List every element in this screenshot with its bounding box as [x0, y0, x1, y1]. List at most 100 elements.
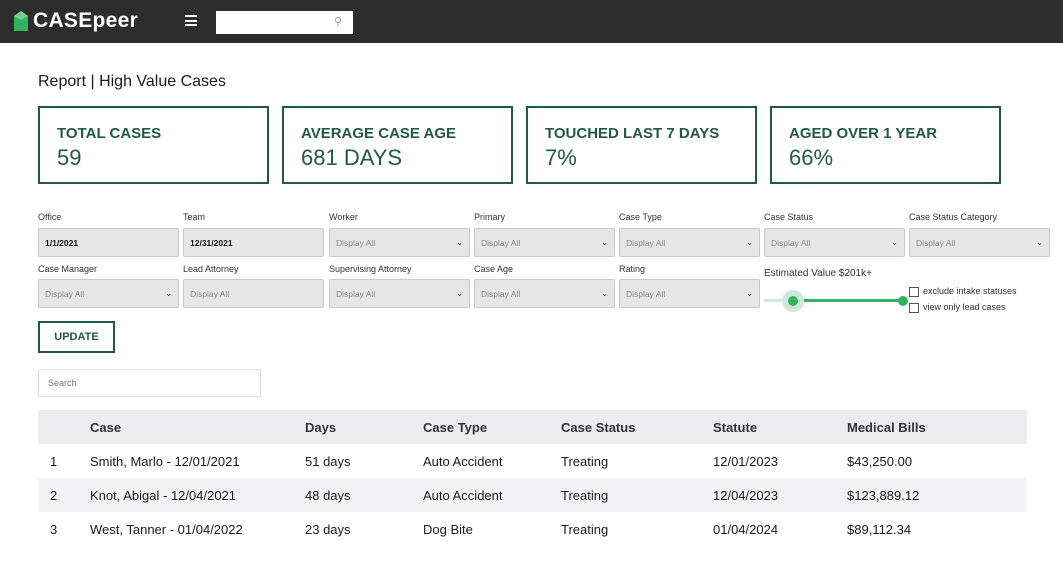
- stat-card-aged-over-1-year: AGED OVER 1 YEAR 66%: [770, 106, 1001, 184]
- primary-select[interactable]: Display All ⌄: [474, 228, 615, 257]
- statute-cell: 12/01/2023: [713, 453, 779, 469]
- chevron-down-icon: ⌄: [601, 238, 608, 247]
- stat-card-average-case-age: AVERAGE CASE AGE 681 DAYS: [282, 106, 513, 184]
- casepeer-logo-icon: [14, 11, 28, 31]
- statute-cell: 12/04/2023: [713, 478, 847, 512]
- table-header-row: Case Days Case Type Case Status Statute …: [38, 410, 1027, 444]
- lead-attorney-field[interactable]: Display All: [183, 279, 324, 308]
- stat-label: AVERAGE CASE AGE: [301, 125, 457, 142]
- search-icon: ⚲: [334, 16, 343, 28]
- stat-card-total-cases: TOTAL CASES 59: [38, 106, 269, 184]
- office-date-field[interactable]: 1/1/2021: [38, 228, 179, 257]
- table-row[interactable]: 1 Smith, Marlo - 12/01/2021 51 days Auto…: [38, 444, 1027, 478]
- case-type-cell: Auto Accident: [423, 453, 503, 469]
- worker-value: Display All: [336, 237, 376, 248]
- primary-value: Display All: [481, 237, 521, 248]
- case-manager-value: Display All: [45, 288, 85, 299]
- medical-bills-cell: $89,112.34: [847, 521, 912, 537]
- row-index: 2: [38, 478, 90, 512]
- case-type-value: Display All: [626, 237, 666, 248]
- column-header-case-status[interactable]: Case Status: [561, 410, 713, 444]
- medical-bills-cell: $123,889.12: [847, 478, 1027, 512]
- office-label: Office: [38, 212, 62, 222]
- update-button[interactable]: UPDATE: [38, 321, 115, 353]
- case-status-cell: Treating: [561, 521, 609, 537]
- hamburger-menu-icon[interactable]: [185, 15, 197, 26]
- lead-cases-only-checkbox[interactable]: [909, 303, 919, 313]
- team-value: 12/31/2021: [190, 237, 233, 248]
- stat-value: 7%: [545, 145, 577, 170]
- stat-label: TOUCHED LAST 7 DAYS: [545, 125, 720, 142]
- exclude-intake-label: exclude intake statuses: [923, 286, 1017, 296]
- statute-cell: 01/04/2024: [713, 521, 779, 537]
- chevron-down-icon: ⌄: [456, 289, 463, 298]
- rating-select[interactable]: Display All ⌄: [619, 279, 760, 308]
- supervising-attorney-value: Display All: [336, 288, 376, 299]
- worker-select[interactable]: Display All ⌄: [329, 228, 470, 257]
- table-row[interactable]: 3 West, Tanner - 01/04/2022 23 days Dog …: [38, 512, 1027, 546]
- estimated-value-slider-range: [792, 299, 902, 302]
- case-type-select[interactable]: Display All ⌄: [619, 228, 760, 257]
- stat-label: TOTAL CASES: [57, 125, 162, 142]
- table-row[interactable]: 2 Knot, Abigal - 12/04/2021 48 days Auto…: [38, 478, 1027, 512]
- chevron-down-icon: ⌄: [1036, 238, 1043, 247]
- estimated-value-label: Estimated Value $201k+: [764, 268, 872, 279]
- column-header-statute[interactable]: Statute: [713, 410, 847, 444]
- cases-table: Case Days Case Type Case Status Statute …: [38, 410, 1027, 546]
- case-status-value: Display All: [771, 237, 811, 248]
- column-header-index: [38, 410, 90, 444]
- lead-cases-only-label: view only lead cases: [923, 302, 1006, 312]
- stat-value: 59: [57, 145, 82, 170]
- row-index: 3: [50, 521, 58, 537]
- case-type-label: Case Type: [619, 212, 662, 222]
- table-search-input[interactable]: [38, 369, 261, 397]
- case-status-cell: Treating: [561, 478, 713, 512]
- case-status-category-select[interactable]: Display All ⌄: [909, 228, 1050, 257]
- supervising-attorney-label: Supervising Attorney: [329, 264, 412, 274]
- days-cell: 48 days: [305, 478, 423, 512]
- case-status-select[interactable]: Display All ⌄: [764, 228, 905, 257]
- slider-max-handle[interactable]: [898, 296, 908, 306]
- case-status-label: Case Status: [764, 212, 814, 222]
- office-value: 1/1/2021: [45, 237, 79, 248]
- team-date-field[interactable]: 12/31/2021: [183, 228, 324, 257]
- case-age-select[interactable]: Display All ⌄: [474, 279, 615, 308]
- team-label: Team: [183, 212, 206, 222]
- column-header-days[interactable]: Days: [305, 410, 423, 444]
- app-name: CASEpeer: [33, 9, 139, 32]
- slider-min-handle[interactable]: [788, 296, 798, 306]
- chevron-down-icon: ⌄: [891, 238, 898, 247]
- case-link[interactable]: Knot, Abigal - 12/04/2021: [90, 478, 305, 512]
- case-status-cell: Treating: [561, 453, 609, 469]
- stat-value: 681 DAYS: [301, 145, 403, 170]
- column-header-medical-bills[interactable]: Medical Bills: [847, 410, 1027, 444]
- lead-attorney-value: Display All: [190, 288, 230, 299]
- chevron-down-icon: ⌄: [746, 238, 753, 247]
- stat-label: AGED OVER 1 YEAR: [789, 125, 938, 142]
- days-cell: 51 days: [305, 453, 351, 469]
- column-header-case-type[interactable]: Case Type: [423, 410, 561, 444]
- column-header-case[interactable]: Case: [90, 410, 305, 444]
- days-cell: 23 days: [305, 521, 351, 537]
- row-index: 1: [50, 453, 58, 469]
- chevron-down-icon: ⌄: [601, 289, 608, 298]
- case-age-value: Display All: [481, 288, 521, 299]
- global-search-input[interactable]: [216, 11, 353, 34]
- rating-label: Rating: [619, 264, 646, 274]
- primary-label: Primary: [474, 212, 505, 222]
- page-title: Report | High Value Cases: [38, 73, 226, 90]
- medical-bills-cell: $43,250.00: [847, 453, 913, 469]
- case-manager-label: Case Manager: [38, 264, 98, 274]
- rating-value: Display All: [626, 288, 666, 299]
- case-status-category-label: Case Status Category: [909, 212, 998, 222]
- stat-value: 66%: [789, 145, 834, 170]
- case-link[interactable]: Smith, Marlo - 12/01/2021: [90, 444, 305, 478]
- casepeer-logo[interactable]: CASEpeer: [14, 9, 139, 32]
- supervising-attorney-select[interactable]: Display All ⌄: [329, 279, 470, 308]
- chevron-down-icon: ⌄: [456, 238, 463, 247]
- case-link[interactable]: West, Tanner - 01/04/2022: [90, 512, 305, 546]
- stat-card-touched-last-7-days: TOUCHED LAST 7 DAYS 7%: [526, 106, 757, 184]
- exclude-intake-checkbox[interactable]: [909, 287, 919, 297]
- case-manager-select[interactable]: Display All ⌄: [38, 279, 179, 308]
- worker-label: Worker: [329, 212, 358, 222]
